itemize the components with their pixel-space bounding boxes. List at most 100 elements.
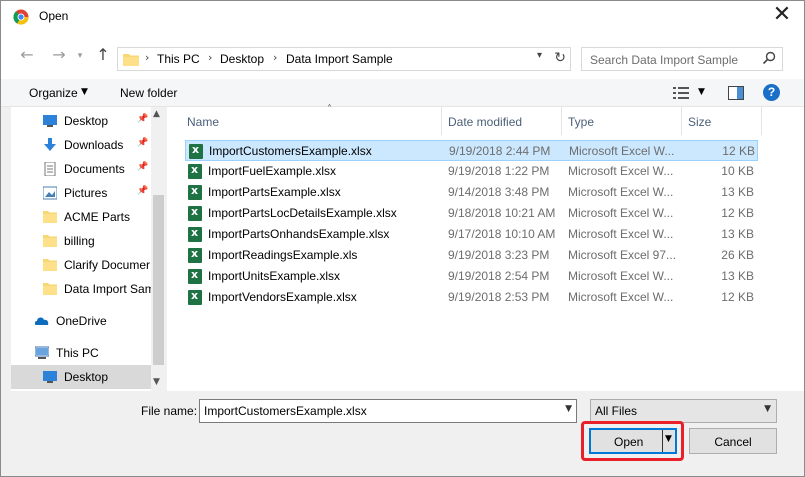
file-type: Microsoft Excel W... xyxy=(568,290,674,304)
back-arrow-icon[interactable]: ← xyxy=(17,45,37,65)
desktop-icon xyxy=(43,115,57,127)
sidebar-item[interactable]: Desktop 📌 xyxy=(11,109,151,133)
folder-icon xyxy=(43,235,57,247)
open-file-dialog: Open ✕ ← → ▾ ↑ › This PC › Desktop › Dat… xyxy=(0,0,805,477)
open-button[interactable]: Open ▼ xyxy=(589,428,677,454)
sort-ascending-icon: ˄ xyxy=(327,104,332,115)
view-options-dropdown-icon[interactable]: ▼ xyxy=(698,87,705,97)
file-name: ImportPartsLocDetailsExample.xlsx xyxy=(208,206,397,220)
sidebar-item[interactable]: Documents 📌 xyxy=(11,157,151,181)
cancel-button[interactable]: Cancel xyxy=(689,428,777,454)
file-row[interactable]: ImportPartsExample.xlsx 9/14/2018 3:48 PM… xyxy=(185,182,758,203)
pin-icon: 📌 xyxy=(137,114,149,124)
sidebar-item-label: ACME Parts xyxy=(64,210,131,224)
open-options-dropdown-icon[interactable]: ▼ xyxy=(665,434,672,444)
cancel-button-label: Cancel xyxy=(714,435,752,449)
file-size: 13 KB xyxy=(721,269,754,283)
file-row[interactable]: ImportVendorsExample.xlsx 9/19/2018 2:53 … xyxy=(185,287,758,308)
address-dropdown-icon[interactable]: ▾ xyxy=(537,50,542,61)
file-type: Microsoft Excel W... xyxy=(568,269,674,283)
new-folder-button[interactable]: New folder xyxy=(120,86,177,100)
column-divider[interactable] xyxy=(561,107,562,135)
file-row[interactable]: ImportCustomersExample.xlsx 9/19/2018 2:4… xyxy=(185,140,758,161)
column-header-name[interactable]: ˄ Name xyxy=(187,104,437,135)
organize-dropdown-icon[interactable]: ▼ xyxy=(81,87,88,97)
documents-icon xyxy=(44,162,56,176)
close-icon[interactable]: ✕ xyxy=(768,3,796,29)
pin-icon: 📌 xyxy=(137,186,149,196)
sidebar-item[interactable]: Clarify Documer xyxy=(11,253,151,277)
file-row[interactable]: ImportPartsLocDetailsExample.xlsx 9/18/20… xyxy=(185,203,758,224)
chrome-icon xyxy=(13,9,29,25)
address-bar[interactable]: › This PC › Desktop › Data Import Sample… xyxy=(117,47,571,71)
file-name-label: File name: xyxy=(141,404,198,418)
scroll-up-icon[interactable]: ▲ xyxy=(153,109,160,119)
folder-icon xyxy=(43,259,57,271)
search-input[interactable]: Search Data Import Sample xyxy=(581,47,783,71)
file-type: Microsoft Excel W... xyxy=(569,144,675,158)
scroll-down-icon[interactable]: ▼ xyxy=(153,377,160,387)
breadcrumb-desktop[interactable]: Desktop xyxy=(220,52,264,66)
file-row[interactable]: ImportReadingsExample.xls 9/19/2018 3:23 … xyxy=(185,245,758,266)
excel-file-icon xyxy=(188,268,202,284)
file-row[interactable]: ImportPartsOnhandsExample.xlsx 9/17/2018 … xyxy=(185,224,758,245)
breadcrumb-data-import-sample[interactable]: Data Import Sample xyxy=(286,52,393,66)
file-size: 12 KB xyxy=(721,290,754,304)
sidebar-item-label: Desktop xyxy=(64,114,109,128)
pin-icon: 📌 xyxy=(137,138,149,148)
sidebar-item[interactable]: ACME Parts xyxy=(11,205,151,229)
download-icon xyxy=(44,138,56,151)
refresh-icon[interactable]: ↻ xyxy=(554,50,566,66)
column-header-size[interactable]: Size xyxy=(688,107,748,135)
file-row[interactable]: ImportUnitsExample.xlsx 9/19/2018 2:54 PM… xyxy=(185,266,758,287)
help-icon[interactable]: ? xyxy=(763,84,780,101)
sidebar-item[interactable]: OneDrive xyxy=(11,309,151,333)
column-header-name-label: Name xyxy=(187,115,220,129)
sidebar-item[interactable]: Desktop xyxy=(11,365,151,389)
column-header-type[interactable]: Type xyxy=(568,107,678,135)
up-arrow-icon[interactable]: ↑ xyxy=(93,45,113,65)
open-button-split-divider xyxy=(662,430,663,452)
file-name-input[interactable]: ImportCustomersExample.xlsx ▼ xyxy=(199,399,577,423)
sidebar-item[interactable]: Downloads 📌 xyxy=(11,133,151,157)
view-details-icon[interactable] xyxy=(673,86,689,100)
sidebar-item-label: Desktop xyxy=(64,370,109,384)
title-bar: Open ✕ xyxy=(1,1,804,31)
excel-file-icon xyxy=(188,247,202,263)
column-header-date[interactable]: Date modified xyxy=(448,107,558,135)
file-size: 10 KB xyxy=(721,164,754,178)
column-divider[interactable] xyxy=(681,107,682,135)
sidebar-item-label: Data Import Sam xyxy=(64,282,151,296)
breadcrumb-this-pc[interactable]: This PC xyxy=(157,52,200,66)
file-type-select[interactable]: All Files ▼ xyxy=(590,399,777,423)
search-icon xyxy=(762,51,776,65)
column-divider[interactable] xyxy=(761,107,762,135)
organize-button[interactable]: Organize xyxy=(29,86,78,100)
file-date-modified: 9/17/2018 10:10 AM xyxy=(448,227,556,241)
file-name-dropdown-icon[interactable]: ▼ xyxy=(565,404,572,414)
file-size: 12 KB xyxy=(722,144,755,158)
file-type: Microsoft Excel W... xyxy=(568,164,674,178)
navigation-pane-scrollbar[interactable]: ▲ ▼ xyxy=(151,107,166,391)
file-size: 13 KB xyxy=(721,185,754,199)
excel-file-icon xyxy=(188,205,202,221)
column-divider[interactable] xyxy=(441,107,442,135)
sidebar-item[interactable]: This PC xyxy=(11,341,151,365)
forward-arrow-icon[interactable]: → xyxy=(49,45,69,65)
recent-locations-chevron-icon[interactable]: ▾ xyxy=(70,46,90,66)
file-date-modified: 9/19/2018 2:54 PM xyxy=(448,269,550,283)
excel-file-icon xyxy=(188,289,202,305)
file-size: 26 KB xyxy=(721,248,754,262)
folder-icon xyxy=(43,283,57,295)
file-name: ImportCustomersExample.xlsx xyxy=(209,144,372,158)
sidebar-item[interactable]: Pictures 📌 xyxy=(11,181,151,205)
scrollbar-thumb[interactable] xyxy=(153,195,164,365)
sidebar-item[interactable]: Data Import Sam xyxy=(11,277,151,301)
file-date-modified: 9/19/2018 1:22 PM xyxy=(448,164,550,178)
folder-icon xyxy=(43,211,57,223)
file-size: 12 KB xyxy=(721,206,754,220)
file-row[interactable]: ImportFuelExample.xlsx 9/19/2018 1:22 PM M… xyxy=(185,161,758,182)
navigation-pane: Desktop 📌 Downloads 📌 Documents 📌 Pictures 📌 ACM… xyxy=(11,107,166,391)
preview-pane-icon[interactable] xyxy=(728,86,744,100)
sidebar-item[interactable]: billing xyxy=(11,229,151,253)
